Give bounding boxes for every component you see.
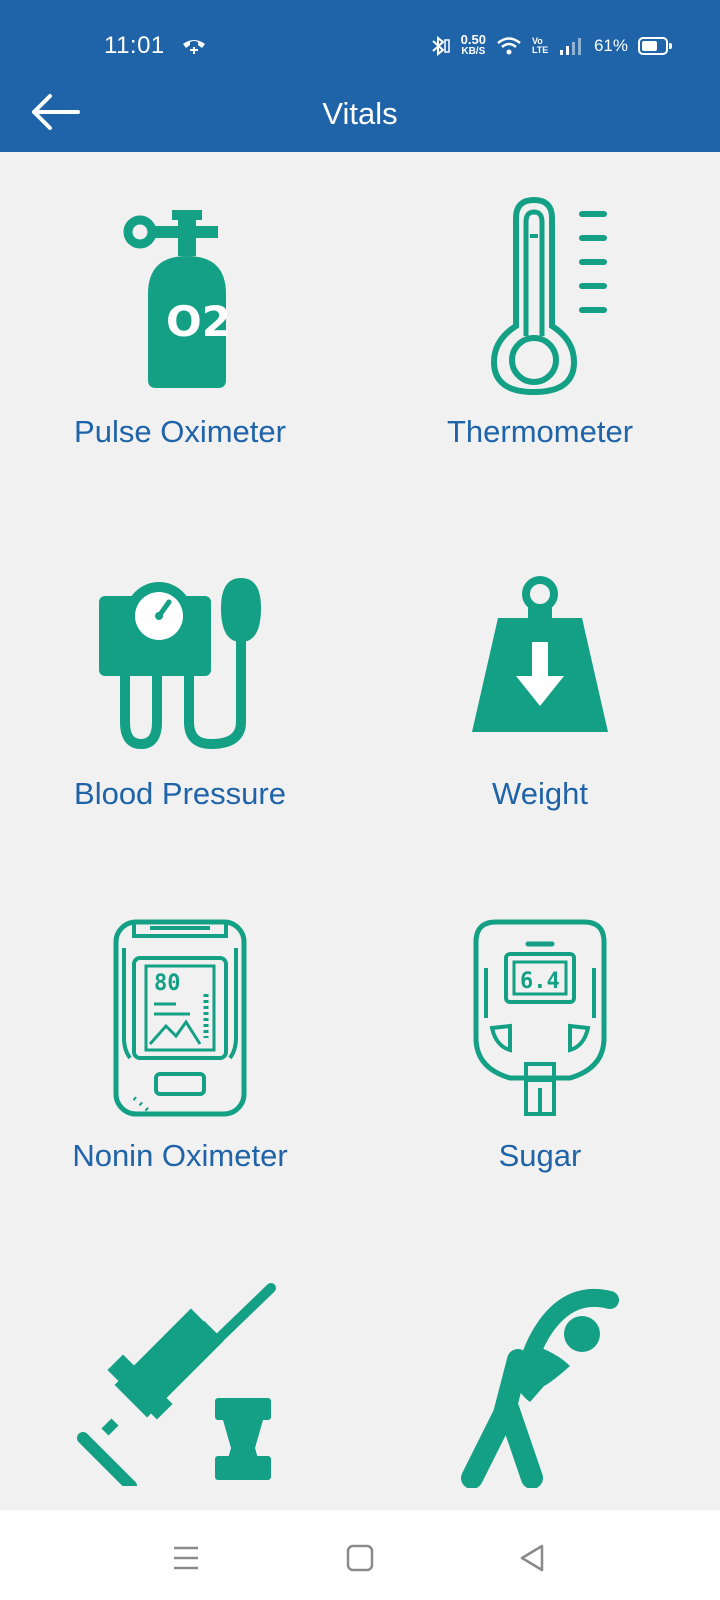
signal-icon (559, 38, 581, 55)
network-speed: 0.50 KB/S (460, 32, 486, 58)
vital-label: Pulse Oximeter (74, 414, 286, 449)
vital-label: Sugar (498, 1138, 582, 1173)
weight-icon (472, 576, 608, 732)
vital-tile-pulse-oximeter[interactable]: O2 Pulse Oximeter (0, 152, 360, 514)
menu-icon[interactable] (168, 1540, 204, 1576)
vital-label: Nonin Oximeter (72, 1138, 288, 1173)
glucometer-reading: 6.4 (520, 969, 560, 994)
thermometer-icon (490, 196, 607, 396)
call-icon (183, 40, 205, 54)
vital-label: Weight (492, 776, 588, 811)
vital-label: Blood Pressure (74, 776, 286, 811)
blood-pressure-monitor-icon (99, 578, 261, 750)
stretching-exercise-icon (461, 1288, 619, 1488)
glucometer-icon: 6.4 (473, 919, 607, 1116)
system-nav-bar (0, 1510, 720, 1600)
network-speed-unit: KB/S (461, 46, 486, 57)
oximeter-reading: 80 (154, 971, 181, 996)
volte-icon: Vo LTE (531, 36, 549, 55)
oxygen-cylinder-icon: O2 (123, 210, 231, 388)
vital-tile-sugar[interactable]: 6.4 Sugar (360, 876, 720, 1238)
bluetooth-icon (431, 35, 450, 57)
home-icon[interactable] (342, 1540, 378, 1576)
vital-tile-nonin-oximeter[interactable]: 80 Nonin Oximeter (0, 876, 360, 1238)
vital-tile-thermometer[interactable]: Thermometer (360, 152, 720, 514)
vital-tile-weight[interactable]: Weight (360, 514, 720, 876)
app-header: 11:01 0.50 KB/S Vo LTE 61% Vitals (0, 0, 720, 152)
page-title: Vitals (322, 96, 398, 131)
network-speed-value: 0.50 (460, 32, 486, 47)
back-triangle-icon[interactable] (514, 1540, 550, 1576)
status-time: 11:01 (104, 32, 165, 59)
vital-label: Thermometer (446, 414, 634, 449)
syringe-vial-icon (77, 1283, 276, 1486)
vital-tile-exercise[interactable] (360, 1238, 720, 1510)
finger-oximeter-icon: 80 (113, 919, 247, 1117)
o2-text: O2 (166, 297, 231, 346)
vital-tile-blood-pressure[interactable]: Blood Pressure (0, 514, 360, 876)
vital-tile-injection[interactable] (0, 1238, 360, 1510)
battery-icon (638, 37, 672, 55)
battery-percent: 61% (593, 36, 628, 55)
status-icons: 0.50 KB/S Vo LTE 61% (429, 32, 672, 59)
wifi-icon (497, 37, 521, 55)
